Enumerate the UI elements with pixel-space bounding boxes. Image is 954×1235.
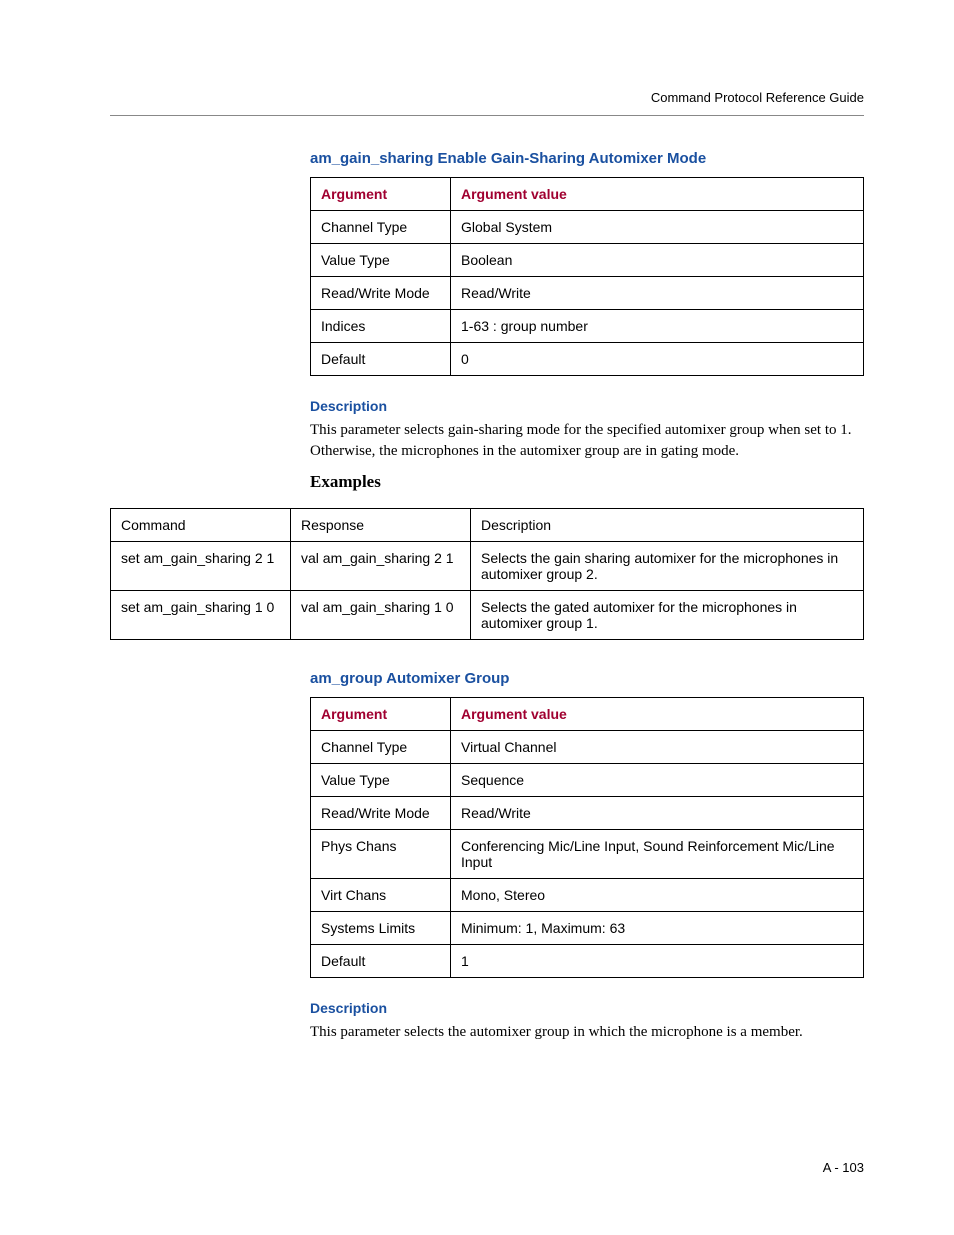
ex-command: set am_gain_sharing 1 0 <box>111 591 291 640</box>
table-row: Virt ChansMono, Stereo <box>311 879 864 912</box>
arg-cell: Systems Limits <box>311 912 451 945</box>
argument-table: Argument Argument value Channel TypeVirt… <box>310 697 864 978</box>
header-rule <box>110 115 864 116</box>
arg-cell: Channel Type <box>311 731 451 764</box>
argval-cell: Sequence <box>451 764 864 797</box>
ex-command: set am_gain_sharing 2 1 <box>111 542 291 591</box>
ex-response: val am_gain_sharing 1 0 <box>291 591 471 640</box>
description-heading: Description <box>310 398 864 414</box>
section-title: am_gain_sharing Enable Gain-Sharing Auto… <box>310 150 864 167</box>
table-header-row: Argument Argument value <box>311 178 864 211</box>
argval-cell: Read/Write <box>451 797 864 830</box>
argval-cell: 0 <box>451 343 864 376</box>
table-row: set am_gain_sharing 2 1 val am_gain_shar… <box>111 542 864 591</box>
argval-cell: 1 <box>451 945 864 978</box>
argval-header: Argument value <box>451 178 864 211</box>
examples-table: Command Response Description set am_gain… <box>110 508 864 640</box>
table-row: Indices1-63 : group number <box>311 310 864 343</box>
table-row: Read/Write ModeRead/Write <box>311 797 864 830</box>
arg-cell: Default <box>311 343 451 376</box>
ex-response: val am_gain_sharing 2 1 <box>291 542 471 591</box>
argval-cell: 1-63 : group number <box>451 310 864 343</box>
examples-block: Command Response Description set am_gain… <box>110 508 864 640</box>
section-am-group: am_group Automixer Group Argument Argume… <box>310 670 864 1043</box>
ex-description: Selects the gated automixer for the micr… <box>471 591 864 640</box>
section-title: am_group Automixer Group <box>310 670 864 687</box>
argval-cell: Minimum: 1, Maximum: 63 <box>451 912 864 945</box>
table-row: Read/Write ModeRead/Write <box>311 277 864 310</box>
arg-cell: Indices <box>311 310 451 343</box>
table-row: Value TypeSequence <box>311 764 864 797</box>
page: Command Protocol Reference Guide am_gain… <box>0 0 954 1235</box>
argval-cell: Virtual Channel <box>451 731 864 764</box>
description-heading: Description <box>310 1000 864 1016</box>
arg-cell: Virt Chans <box>311 879 451 912</box>
arg-cell: Channel Type <box>311 211 451 244</box>
table-header-row: Argument Argument value <box>311 698 864 731</box>
argval-cell: Boolean <box>451 244 864 277</box>
arg-cell: Phys Chans <box>311 830 451 879</box>
arg-header: Argument <box>311 698 451 731</box>
argument-table: Argument Argument value Channel TypeGlob… <box>310 177 864 376</box>
page-number: A - 103 <box>823 1160 864 1175</box>
ex-col-description: Description <box>471 509 864 542</box>
table-row: Value TypeBoolean <box>311 244 864 277</box>
argval-cell: Global System <box>451 211 864 244</box>
table-header-row: Command Response Description <box>111 509 864 542</box>
arg-cell: Read/Write Mode <box>311 277 451 310</box>
examples-heading: Examples <box>310 472 864 492</box>
ex-col-response: Response <box>291 509 471 542</box>
arg-cell: Value Type <box>311 244 451 277</box>
table-row: Channel TypeVirtual Channel <box>311 731 864 764</box>
table-row: Systems LimitsMinimum: 1, Maximum: 63 <box>311 912 864 945</box>
table-row: Channel TypeGlobal System <box>311 211 864 244</box>
argval-cell: Mono, Stereo <box>451 879 864 912</box>
table-row: Phys ChansConferencing Mic/Line Input, S… <box>311 830 864 879</box>
description-text: This parameter selects gain-sharing mode… <box>310 420 864 462</box>
header-right: Command Protocol Reference Guide <box>651 90 864 105</box>
table-row: Default1 <box>311 945 864 978</box>
table-row: Default0 <box>311 343 864 376</box>
description-text: This parameter selects the automixer gro… <box>310 1022 864 1043</box>
table-row: set am_gain_sharing 1 0 val am_gain_shar… <box>111 591 864 640</box>
ex-col-command: Command <box>111 509 291 542</box>
ex-description: Selects the gain sharing automixer for t… <box>471 542 864 591</box>
argval-cell: Read/Write <box>451 277 864 310</box>
arg-cell: Read/Write Mode <box>311 797 451 830</box>
arg-header: Argument <box>311 178 451 211</box>
arg-cell: Value Type <box>311 764 451 797</box>
argval-header: Argument value <box>451 698 864 731</box>
arg-cell: Default <box>311 945 451 978</box>
argval-cell: Conferencing Mic/Line Input, Sound Reinf… <box>451 830 864 879</box>
section-am-gain-sharing: am_gain_sharing Enable Gain-Sharing Auto… <box>310 150 864 462</box>
